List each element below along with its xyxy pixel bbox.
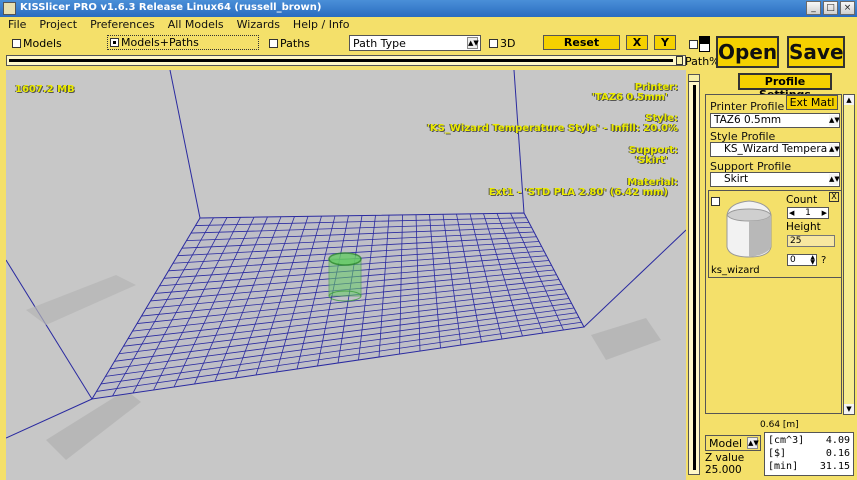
paths-label: Paths bbox=[280, 37, 310, 50]
tab-profile-settings[interactable]: Profile Settings bbox=[738, 73, 832, 101]
models-label: Models bbox=[23, 37, 62, 50]
printer-profile-select[interactable]: TAZ6 0.5mm ▲▼ bbox=[710, 113, 840, 128]
close-button[interactable]: × bbox=[840, 1, 855, 15]
mode-value: Model bbox=[709, 437, 743, 450]
y-button[interactable]: Y bbox=[654, 35, 676, 50]
menu-help-info[interactable]: Help / Info bbox=[285, 17, 355, 33]
scroll-up-icon[interactable]: ▲ bbox=[844, 95, 854, 105]
paths-checkbox[interactable] bbox=[269, 39, 278, 48]
path-percent-checkbox[interactable] bbox=[689, 40, 698, 49]
size-readout: 0.64 [m] bbox=[760, 420, 799, 430]
height-label: Height bbox=[786, 221, 821, 233]
menu-bar: File Project Preferences All Models Wiza… bbox=[0, 17, 857, 33]
count-decrement-icon[interactable]: ◀ bbox=[789, 208, 794, 219]
mode-select[interactable]: Model ▲▼ bbox=[705, 435, 761, 451]
support-value: 'Skirt' bbox=[634, 155, 668, 166]
panel-scrollbar[interactable]: ▲ ▼ bbox=[843, 94, 855, 415]
path-percent-label: Path% bbox=[685, 55, 720, 68]
threed-label: 3D bbox=[500, 37, 516, 50]
chevron-updown-icon: ▲▼ bbox=[829, 174, 840, 185]
style-value: 'KS_Wizard Temperature Style' - Infill: … bbox=[426, 123, 678, 134]
count-stepper[interactable]: ◀ 1 ▶ bbox=[787, 207, 829, 219]
app-icon bbox=[3, 2, 16, 15]
path-type-value: Path Type bbox=[353, 37, 406, 50]
title-bar: KISSlicer PRO v1.6.3 Release Linux64 (ru… bbox=[0, 0, 857, 17]
window-title: KISSlicer PRO v1.6.3 Release Linux64 (ru… bbox=[20, 2, 322, 13]
menu-project[interactable]: Project bbox=[31, 17, 82, 33]
frame-edge bbox=[583, 229, 686, 328]
z-slider[interactable] bbox=[688, 74, 700, 475]
path-type-select[interactable]: Path Type ▲▼ bbox=[349, 35, 481, 51]
stat-volume: [cm^3] 4.09 bbox=[768, 435, 850, 446]
count-label: Count bbox=[786, 194, 818, 206]
material-value: Ext1 - 'STD PLA 2.80' (6.42 mm) bbox=[488, 187, 668, 198]
maximize-button[interactable]: □ bbox=[823, 1, 838, 15]
rail-shape bbox=[46, 390, 141, 460]
memory-readout: 1607.2 MB bbox=[15, 84, 75, 95]
height-field[interactable]: 25 bbox=[787, 235, 835, 247]
scroll-down-icon[interactable]: ▼ bbox=[844, 404, 854, 414]
threed-view-option[interactable]: 3D bbox=[489, 37, 515, 50]
chevron-updown-icon: ▲▼ bbox=[467, 37, 479, 49]
models-view-option[interactable]: Models bbox=[12, 37, 62, 50]
chevron-updown-icon: ▲▼ bbox=[747, 437, 759, 449]
chevron-updown-icon: ▲▼ bbox=[829, 115, 840, 126]
menu-wizards[interactable]: Wizards bbox=[229, 17, 285, 33]
models-paths-radio[interactable] bbox=[110, 38, 119, 47]
paths-view-option[interactable]: Paths bbox=[269, 37, 310, 50]
models-paths-view-option[interactable]: Models+Paths bbox=[107, 35, 259, 50]
menu-preferences[interactable]: Preferences bbox=[82, 17, 160, 33]
remove-model-button[interactable]: X bbox=[829, 192, 839, 202]
z-value: 25.000 bbox=[705, 464, 742, 476]
3d-viewport[interactable]: 1607.2 MB Printer: 'TAZ6 0.5mm' Style: '… bbox=[6, 70, 686, 480]
color-swatch-icon bbox=[699, 36, 710, 52]
style-profile-select[interactable]: KS_Wizard Tempera ▲▼ bbox=[710, 142, 840, 157]
chevron-updown-icon: ▲▼ bbox=[829, 144, 840, 155]
extruder-spin-icon[interactable]: ▲ ▼ bbox=[810, 255, 815, 266]
models-paths-label: Models+Paths bbox=[121, 36, 199, 49]
view-toolbar: Models Models+Paths Paths Path Type ▲▼ 3… bbox=[0, 33, 686, 53]
stat-cost: [$] 0.16 bbox=[768, 448, 850, 459]
style-profile-value: KS_Wizard Tempera bbox=[724, 143, 828, 155]
z-slider-handle[interactable] bbox=[689, 75, 699, 82]
model-top bbox=[328, 252, 362, 266]
minimize-button[interactable]: _ bbox=[806, 1, 821, 15]
reset-button[interactable]: Reset bbox=[543, 35, 620, 50]
stat-time: [min] 31.15 bbox=[768, 461, 850, 472]
support-profile-value: Skirt bbox=[724, 173, 749, 185]
count-value: 1 bbox=[805, 208, 811, 218]
menu-all-models[interactable]: All Models bbox=[160, 17, 229, 33]
extruder-field[interactable]: 0 ▲ ▼ bbox=[787, 254, 817, 266]
ext-matl-button[interactable]: Ext Matl bbox=[786, 95, 838, 110]
print-stats: [cm^3] 4.09 [$] 0.16 [min] 31.15 bbox=[764, 432, 854, 476]
frame-edge bbox=[6, 259, 93, 400]
printer-value: 'TAZ6 0.5mm' bbox=[591, 92, 668, 103]
count-increment-icon[interactable]: ▶ bbox=[822, 208, 827, 219]
printer-profile-value: TAZ6 0.5mm bbox=[714, 114, 782, 126]
rail-shape bbox=[591, 318, 661, 360]
frame-edge bbox=[169, 70, 201, 219]
window-controls: _ □ × bbox=[806, 1, 855, 15]
x-button[interactable]: X bbox=[626, 35, 648, 50]
model-entry[interactable]: ks_wizard Count X ◀ 1 ▶ Height 25 0 ▲ ▼ ? bbox=[708, 190, 842, 278]
z-value-label: Z value bbox=[705, 452, 745, 464]
models-checkbox[interactable] bbox=[12, 39, 21, 48]
threed-checkbox[interactable] bbox=[489, 39, 498, 48]
open-button[interactable]: Open bbox=[716, 36, 779, 68]
rail-shape bbox=[26, 275, 136, 325]
menu-file[interactable]: File bbox=[0, 17, 31, 33]
support-profile-select[interactable]: Skirt ▲▼ bbox=[710, 172, 840, 187]
model-thumbnail bbox=[726, 200, 772, 258]
path-slider-handle[interactable] bbox=[676, 56, 683, 65]
help-question[interactable]: ? bbox=[821, 255, 826, 266]
save-button[interactable]: Save bbox=[787, 36, 845, 68]
model-name: ks_wizard bbox=[711, 265, 760, 276]
printer-profile-label: Printer Profile bbox=[710, 100, 785, 113]
path-slider[interactable] bbox=[6, 55, 686, 66]
extruder-value: 0 bbox=[790, 255, 796, 265]
